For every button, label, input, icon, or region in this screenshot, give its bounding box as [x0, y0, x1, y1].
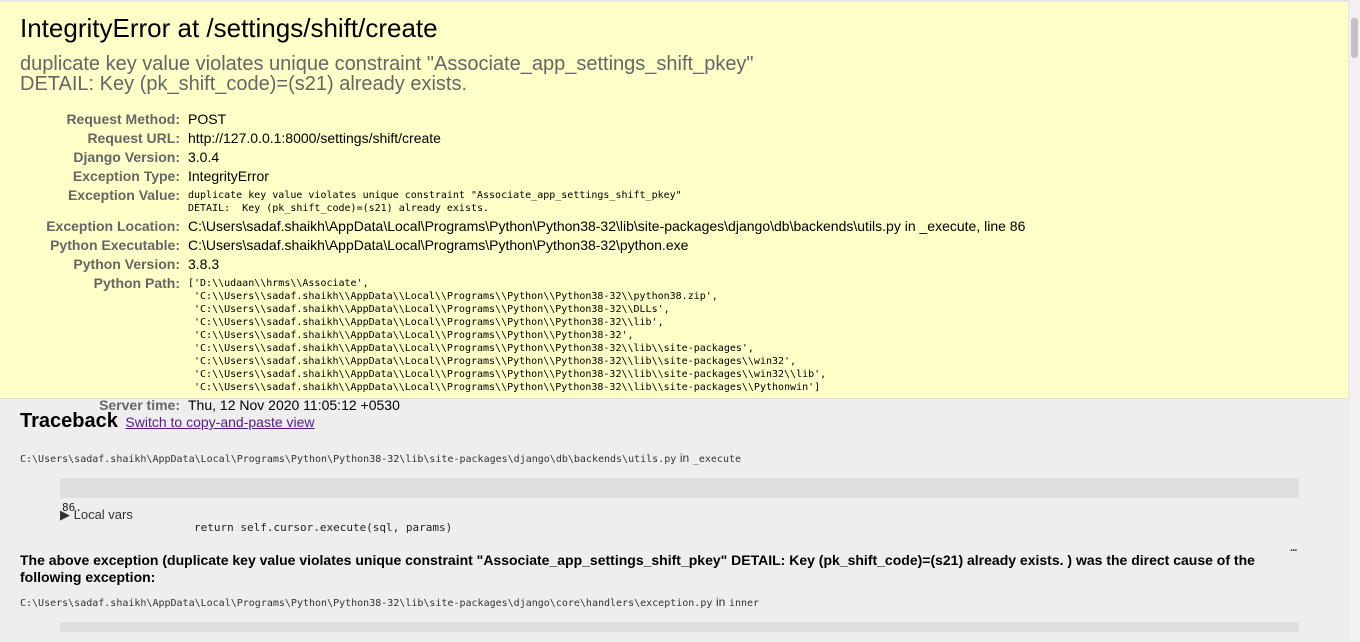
- traceback-title: Traceback: [20, 410, 118, 432]
- frame-function: _execute: [692, 454, 742, 465]
- context-line-number: 86.: [62, 501, 82, 514]
- meta-row-django-version: Django Version: 3.0.4: [20, 148, 1025, 167]
- debug-page: IntegrityError at /settings/shift/create…: [0, 0, 1349, 642]
- meta-label: Exception Location:: [46, 218, 180, 234]
- meta-row-python-path: Python Path: ['D:\\udaan\\hrms\\Associat…: [20, 274, 1025, 396]
- meta-label: Exception Value:: [67, 187, 180, 203]
- frame-context-line[interactable]: 86. return self.cursor.execute(sql, para…: [60, 478, 1299, 554]
- frame-filename: C:\Users\sadaf.shaikh\AppData\Local\Prog…: [20, 454, 677, 465]
- vertical-scrollbar[interactable]: [1348, 0, 1360, 642]
- request-meta-table: Request Method: POST Request URL: http:/…: [20, 110, 1025, 415]
- meta-value: 3.0.4: [188, 149, 220, 165]
- frame-in-word: in: [679, 451, 690, 465]
- scrollbar-thumb[interactable]: [1351, 18, 1358, 58]
- frame-context-line[interactable]: [60, 622, 1299, 632]
- meta-label: Exception Type:: [72, 168, 180, 184]
- error-message-line2: DETAIL: Key (pk_shift_code)=(s21) alread…: [20, 73, 468, 95]
- traceback-section: Traceback Switch to copy-and-paste view …: [0, 399, 1349, 632]
- error-title: IntegrityError at /settings/shift/create: [20, 13, 438, 43]
- context-ellipsis[interactable]: …: [1290, 538, 1297, 558]
- meta-label: Request URL:: [87, 130, 180, 146]
- traceback-heading: Traceback Switch to copy-and-paste view: [20, 409, 1329, 434]
- meta-label: Python Version:: [73, 256, 180, 272]
- meta-value: duplicate key value violates unique cons…: [188, 186, 1025, 217]
- meta-value: IntegrityError: [188, 168, 269, 184]
- frame-in-word: in: [715, 595, 726, 609]
- frame-function: inner: [728, 598, 760, 609]
- meta-value: ['D:\\udaan\\hrms\\Associate', 'C:\\User…: [188, 274, 1025, 396]
- meta-row-exception-location: Exception Location: C:\Users\sadaf.shaik…: [20, 217, 1025, 236]
- exception-value-text: duplicate key value violates unique cons…: [188, 190, 682, 214]
- meta-row-python-version: Python Version: 3.8.3: [20, 255, 1025, 274]
- meta-row-request-method: Request Method: POST: [20, 110, 1025, 129]
- switch-to-copy-paste-link[interactable]: Switch to copy-and-paste view: [125, 414, 314, 430]
- meta-row-request-url: Request URL: http://127.0.0.1:8000/setti…: [20, 129, 1025, 148]
- meta-value: 3.8.3: [188, 256, 220, 272]
- meta-label: Python Executable:: [50, 237, 180, 253]
- error-summary: IntegrityError at /settings/shift/create…: [0, 0, 1349, 413]
- meta-label: Django Version:: [73, 149, 180, 165]
- meta-value: POST: [188, 111, 227, 127]
- context-code: return self.cursor.execute(sql, params): [194, 521, 453, 534]
- meta-label: Request Method:: [66, 111, 180, 127]
- meta-row-exception-type: Exception Type: IntegrityError: [20, 167, 1025, 186]
- frame-filename: C:\Users\sadaf.shaikh\AppData\Local\Prog…: [20, 598, 713, 609]
- meta-value: C:\Users\sadaf.shaikh\AppData\Local\Prog…: [188, 218, 1026, 234]
- meta-row-exception-value: Exception Value: duplicate key value vio…: [20, 186, 1025, 217]
- meta-label: Python Path:: [93, 275, 180, 291]
- frame-file-utils: C:\Users\sadaf.shaikh\AppData\Local\Prog…: [20, 450, 1329, 468]
- meta-row-python-executable: Python Executable: C:\Users\sadaf.shaikh…: [20, 236, 1025, 255]
- meta-value: C:\Users\sadaf.shaikh\AppData\Local\Prog…: [188, 237, 689, 253]
- error-message: duplicate key value violates unique cons…: [20, 54, 1329, 94]
- error-message-line1: duplicate key value violates unique cons…: [20, 53, 754, 75]
- exception-cause-text: The above exception (duplicate key value…: [20, 552, 1255, 585]
- frame-file-exception: C:\Users\sadaf.shaikh\AppData\Local\Prog…: [20, 594, 1329, 612]
- meta-value: http://127.0.0.1:8000/settings/shift/cre…: [188, 130, 441, 146]
- python-path-text: ['D:\\udaan\\hrms\\Associate', 'C:\\User…: [188, 278, 827, 393]
